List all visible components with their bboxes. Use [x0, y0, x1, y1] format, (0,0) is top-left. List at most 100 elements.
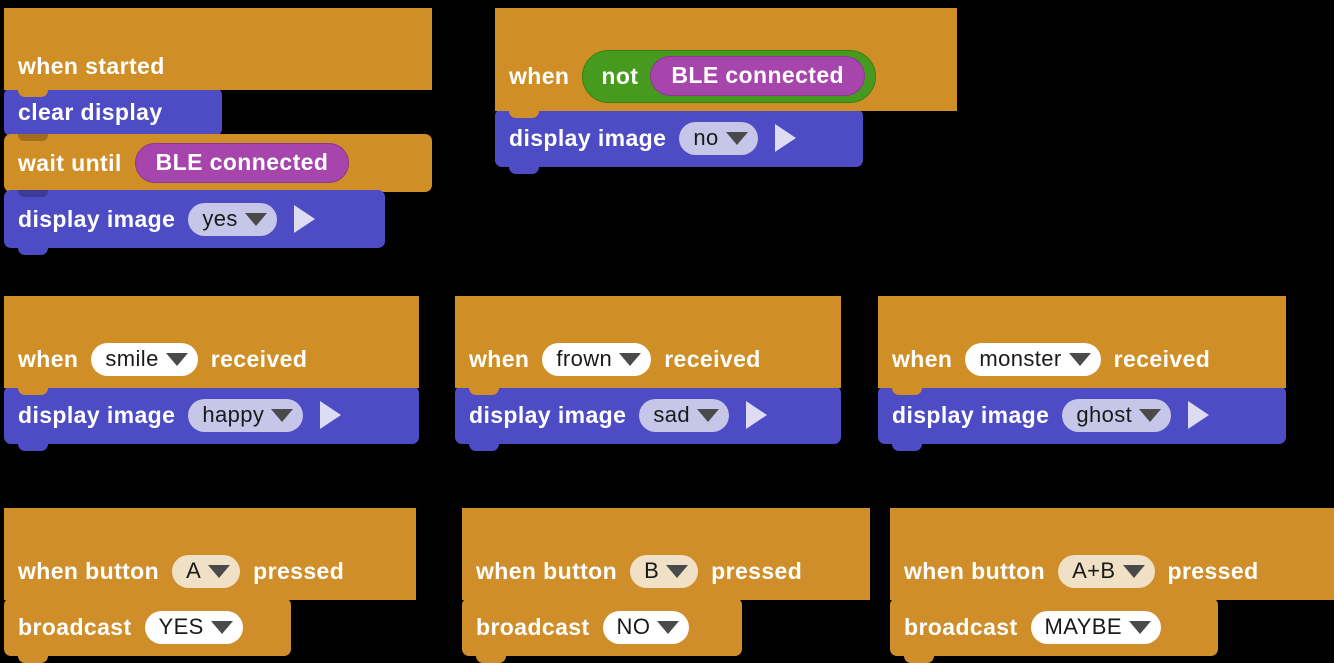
when-not-ble-connected-hat-block[interactable]: when not BLE connected — [495, 8, 957, 118]
when-started-row[interactable]: when started — [4, 42, 222, 97]
button-dropdown-b[interactable]: B — [630, 554, 699, 588]
wait-until-block[interactable]: wait until BLE connected — [4, 134, 432, 199]
button-a-script[interactable]: when button A pressed broadcast YES — [4, 508, 416, 663]
dropdown-value: B — [644, 557, 660, 583]
chevron-down-icon — [1128, 621, 1151, 634]
when-button-b-pressed-hat-block[interactable]: when button B pressed — [462, 508, 870, 607]
block-notch-bump — [892, 386, 922, 395]
chevron-down-icon — [244, 213, 267, 226]
image-dropdown-sad[interactable]: sad — [639, 398, 729, 432]
broadcast-label: broadcast — [18, 613, 132, 640]
when-received-row[interactable]: when frown received — [455, 330, 840, 395]
when-monster-received-hat-block[interactable]: when monster received — [878, 296, 1286, 395]
image-dropdown-happy[interactable]: happy — [188, 398, 304, 432]
play-icon[interactable] — [1188, 401, 1210, 429]
chevron-down-icon — [619, 353, 642, 366]
broadcast-dropdown-no[interactable]: NO — [602, 610, 690, 644]
block-canvas: { "palette": { "background": "#000000", … — [0, 0, 1334, 663]
when-button-row[interactable]: when button B pressed — [462, 542, 870, 607]
clear-display-label: clear display — [18, 98, 163, 125]
when-started-label: when started — [18, 52, 165, 79]
when-label: when — [18, 345, 79, 372]
dropdown-value: frown — [556, 345, 613, 371]
display-image-yes-block[interactable]: display image yes — [4, 190, 385, 255]
when-label: when — [469, 345, 530, 372]
display-image-label: display image — [469, 401, 627, 428]
broadcast-dropdown-maybe[interactable]: MAYBE — [1030, 610, 1161, 644]
button-dropdown-a[interactable]: A — [172, 554, 241, 588]
chevron-down-icon — [666, 565, 689, 578]
frown-received-script[interactable]: when frown received display image sad — [455, 296, 841, 451]
display-image-sad-block[interactable]: display image sad — [455, 386, 841, 451]
when-button-row[interactable]: when button A pressed — [4, 542, 416, 607]
block-notch-bump — [904, 598, 934, 607]
received-label: received — [1113, 345, 1211, 372]
display-image-no-block[interactable]: display image no — [495, 109, 863, 174]
when-started-hat-block[interactable]: when started — [4, 8, 432, 97]
block-notch-bump — [476, 654, 506, 663]
broadcast-yes-block[interactable]: broadcast YES — [4, 598, 291, 663]
chevron-down-icon — [725, 132, 748, 145]
display-image-label: display image — [892, 401, 1050, 428]
broadcast-dropdown-yes[interactable]: YES — [144, 610, 243, 644]
when-not-ble-row[interactable]: when not BLE connected — [495, 42, 957, 118]
message-dropdown-monster[interactable]: monster — [965, 342, 1101, 376]
when-smile-received-hat-block[interactable]: when smile received — [4, 296, 419, 395]
dropdown-value: no — [693, 124, 719, 150]
block-notch-bump — [18, 442, 48, 451]
image-dropdown-yes[interactable]: yes — [188, 202, 277, 236]
display-image-ghost-block[interactable]: display image ghost — [878, 386, 1286, 451]
message-dropdown-smile[interactable]: smile — [91, 342, 198, 376]
block-notch-bump — [18, 88, 48, 97]
play-icon[interactable] — [320, 401, 342, 429]
when-button-row[interactable]: when button A+B pressed — [890, 542, 1334, 607]
block-notch-bump — [18, 246, 48, 255]
block-notch-bump — [509, 165, 539, 174]
play-icon[interactable] — [293, 205, 315, 233]
chevron-down-icon — [210, 621, 233, 634]
not-label: not — [601, 62, 639, 89]
play-icon[interactable] — [774, 124, 796, 152]
when-button-a-pressed-hat-block[interactable]: when button A pressed — [4, 508, 416, 607]
block-notch-bump — [469, 442, 499, 451]
when-received-row[interactable]: when smile received — [4, 330, 364, 395]
message-dropdown-frown[interactable]: frown — [542, 342, 652, 376]
block-notch-bump — [18, 654, 48, 663]
not-operator[interactable]: not BLE connected — [582, 50, 876, 103]
ble-disconnected-script[interactable]: when not BLE connected display image no — [495, 8, 957, 174]
play-icon[interactable] — [746, 401, 767, 429]
block-notch-bump — [509, 109, 539, 118]
received-label: received — [210, 345, 308, 372]
when-received-row[interactable]: when monster received — [878, 330, 1274, 395]
display-image-label: display image — [509, 124, 667, 151]
display-image-happy-block[interactable]: display image happy — [4, 386, 419, 451]
broadcast-no-block[interactable]: broadcast NO — [462, 598, 742, 663]
block-notch-groove — [18, 190, 48, 197]
dropdown-value: YES — [158, 613, 204, 639]
when-frown-received-hat-block[interactable]: when frown received — [455, 296, 841, 395]
broadcast-maybe-block[interactable]: broadcast MAYBE — [890, 598, 1218, 663]
when-button-label: when button — [18, 557, 160, 584]
when-button-label: when button — [904, 557, 1046, 584]
image-dropdown-no[interactable]: no — [679, 121, 758, 155]
dropdown-value: NO — [616, 613, 651, 639]
block-notch-bump — [904, 654, 934, 663]
dropdown-value: monster — [979, 345, 1062, 371]
button-ab-script[interactable]: when button A+B pressed broadcast MAYBE — [890, 508, 1334, 663]
monster-received-script[interactable]: when monster received display image ghos… — [878, 296, 1286, 451]
ble-connected-reporter[interactable]: BLE connected — [134, 143, 350, 183]
chevron-down-icon — [697, 409, 719, 422]
startup-script[interactable]: when started clear display wait until BL… — [4, 8, 432, 255]
when-button-ab-pressed-hat-block[interactable]: when button A+B pressed — [890, 508, 1334, 607]
button-b-script[interactable]: when button B pressed broadcast NO — [462, 508, 870, 663]
smile-received-script[interactable]: when smile received display image happy — [4, 296, 419, 451]
dropdown-value: ghost — [1076, 401, 1133, 427]
chevron-down-icon — [165, 353, 188, 366]
button-dropdown-ab[interactable]: A+B — [1058, 554, 1155, 588]
chevron-down-icon — [208, 565, 231, 578]
dropdown-value: A+B — [1072, 557, 1116, 583]
image-dropdown-ghost[interactable]: ghost — [1062, 398, 1172, 432]
block-notch-bump — [18, 598, 48, 607]
when-button-label: when button — [476, 557, 618, 584]
ble-connected-reporter[interactable]: BLE connected — [650, 56, 865, 96]
